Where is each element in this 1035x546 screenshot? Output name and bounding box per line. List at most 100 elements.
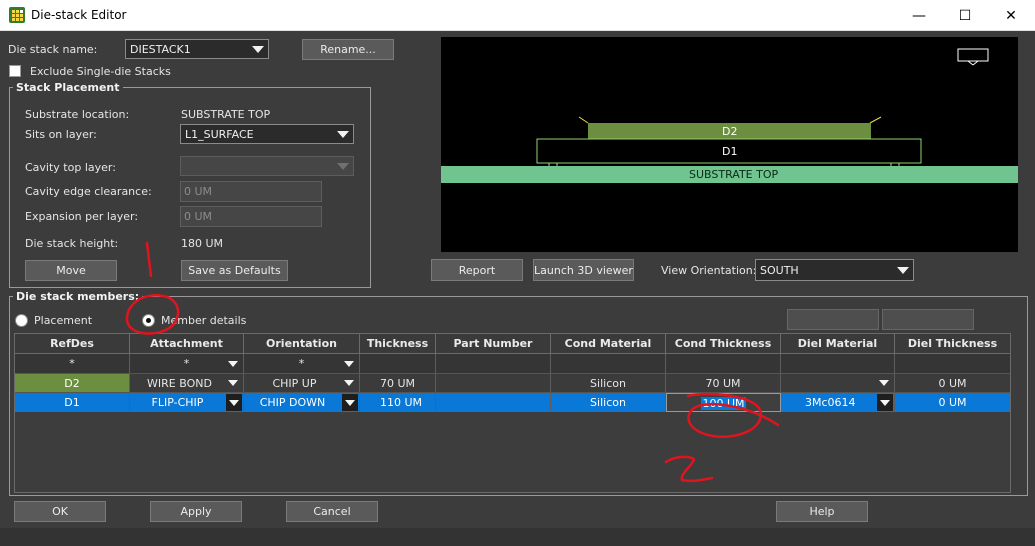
col-header-diel-material[interactable]: Diel Material <box>781 334 895 354</box>
filter-diel-thickness[interactable] <box>895 354 1010 374</box>
chevron-down-icon <box>897 267 909 274</box>
save-as-defaults-button[interactable]: Save as Defaults <box>181 260 288 281</box>
view-orientation-dropdown[interactable]: SOUTH <box>755 259 914 281</box>
col-header-part-number[interactable]: Part Number <box>436 334 551 354</box>
cell-diel-thickness[interactable]: 0 UM <box>895 374 1010 392</box>
stack-placement-title: Stack Placement <box>13 81 123 94</box>
preview-viewport-marker <box>957 48 989 62</box>
cell-thickness[interactable]: 110 UM <box>360 393 436 412</box>
status-strip <box>0 528 1035 546</box>
cell-diel-material[interactable] <box>781 374 895 392</box>
exclude-single-die-checkbox[interactable] <box>9 65 21 77</box>
bond-wire <box>578 116 589 124</box>
filter-orientation[interactable]: * <box>244 354 360 374</box>
launch-3d-viewer-button[interactable]: Launch 3D viewer <box>533 259 634 281</box>
cond-thickness-edit-value: 100 UM <box>701 397 746 410</box>
blank-button-2[interactable] <box>882 309 974 330</box>
sits-on-layer-dropdown[interactable]: L1_SURFACE <box>180 124 354 144</box>
table-row[interactable]: D2 WIRE BOND CHIP UP 70 UM Silicon 70 UM… <box>15 374 1010 393</box>
sits-on-layer-value: L1_SURFACE <box>185 127 254 141</box>
die-stack-height-label: Die stack height: <box>25 237 119 250</box>
chevron-down-icon <box>252 46 264 53</box>
placement-radio[interactable] <box>15 314 28 327</box>
filter-attachment[interactable]: * <box>130 354 244 374</box>
blank-button-1[interactable] <box>787 309 879 330</box>
die-stack-preview: D2 D1 SUBSTRATE TOP <box>441 37 1018 252</box>
move-button[interactable]: Move <box>25 260 117 281</box>
members-table: RefDes Attachment Orientation Thickness … <box>14 333 1011 493</box>
cell-diel-material-value: 3Mc0614 <box>805 396 856 409</box>
filter-diel-material[interactable] <box>781 354 895 374</box>
substrate-location-label: Substrate location: <box>25 108 130 121</box>
col-header-cond-material[interactable]: Cond Material <box>551 334 666 354</box>
d1-preview-label: D1 <box>722 145 738 158</box>
cell-cond-material[interactable]: Silicon <box>551 374 666 392</box>
chevron-down-icon[interactable] <box>344 360 354 367</box>
cell-attachment[interactable]: FLIP-CHIP <box>130 393 244 412</box>
cell-attachment[interactable]: WIRE BOND <box>130 374 244 392</box>
substrate-location-value: SUBSTRATE TOP <box>181 108 271 121</box>
view-orientation-label: View Orientation: <box>661 264 757 277</box>
filter-refdes[interactable]: * <box>15 354 130 374</box>
cavity-edge-clearance-input[interactable]: 0 UM <box>180 181 322 202</box>
chevron-down-icon[interactable] <box>228 360 238 367</box>
expansion-per-layer-input[interactable]: 0 UM <box>180 206 322 227</box>
rename-button[interactable]: Rename... <box>302 39 394 60</box>
cond-thickness-edit-field[interactable]: 100 UM <box>666 393 781 412</box>
cell-diel-thickness[interactable]: 0 UM <box>895 393 1010 412</box>
chevron-down-icon[interactable] <box>879 380 889 386</box>
cell-part-number[interactable] <box>436 374 551 392</box>
filter-orientation-value: * <box>298 357 305 370</box>
cavity-top-layer-dropdown[interactable] <box>180 156 354 176</box>
ok-button[interactable]: OK <box>14 501 106 522</box>
col-header-attachment[interactable]: Attachment <box>130 334 244 354</box>
apply-button[interactable]: Apply <box>150 501 242 522</box>
chevron-down-icon <box>337 163 349 170</box>
col-header-cond-thickness[interactable]: Cond Thickness <box>666 334 781 354</box>
cell-attachment-value: WIRE BOND <box>147 376 212 390</box>
cell-orientation-value: CHIP DOWN <box>259 396 326 409</box>
cell-diel-material[interactable]: 3Mc0614 <box>781 393 895 412</box>
col-header-thickness[interactable]: Thickness <box>360 334 436 354</box>
title-bar: Die-stack Editor — ☐ ✕ <box>0 0 1035 31</box>
placement-radio-label: Placement <box>34 314 93 327</box>
filter-cond-thickness[interactable] <box>666 354 781 374</box>
cell-part-number[interactable] <box>436 393 551 412</box>
filter-part-number[interactable] <box>436 354 551 374</box>
chevron-down-icon[interactable] <box>229 399 239 406</box>
chevron-down-icon <box>337 131 349 138</box>
filter-cond-material[interactable] <box>551 354 666 374</box>
cell-orientation[interactable]: CHIP UP <box>244 374 360 392</box>
member-details-radio[interactable] <box>142 314 155 327</box>
cell-orientation[interactable]: CHIP DOWN <box>244 393 360 412</box>
chevron-down-icon[interactable] <box>880 399 890 406</box>
filter-thickness[interactable] <box>360 354 436 374</box>
die-stack-name-dropdown[interactable]: DIESTACK1 <box>125 39 269 59</box>
exclude-single-die-label: Exclude Single-die Stacks <box>30 65 171 78</box>
chevron-down-icon[interactable] <box>228 380 238 386</box>
member-details-radio-label: Member details <box>161 314 247 327</box>
table-row[interactable]: D1 FLIP-CHIP CHIP DOWN 110 UM Silicon 10… <box>15 393 1010 412</box>
chevron-down-icon[interactable] <box>344 380 354 386</box>
cavity-top-layer-label: Cavity top layer: <box>25 161 116 174</box>
maximize-button[interactable]: ☐ <box>942 0 988 31</box>
cell-refdes[interactable]: D1 <box>15 393 130 412</box>
report-button[interactable]: Report <box>431 259 523 281</box>
cell-cond-thickness[interactable]: 70 UM <box>666 374 781 392</box>
close-button[interactable]: ✕ <box>988 0 1034 31</box>
expansion-per-layer-label: Expansion per layer: <box>25 210 139 223</box>
filter-attachment-value: * <box>183 357 190 370</box>
help-button[interactable]: Help <box>776 501 868 522</box>
cell-refdes[interactable]: D2 <box>15 374 130 392</box>
cavity-edge-clearance-label: Cavity edge clearance: <box>25 185 152 198</box>
cell-cond-material[interactable]: Silicon <box>551 393 666 412</box>
die-stack-name-value: DIESTACK1 <box>130 42 191 56</box>
chevron-down-icon[interactable] <box>345 399 355 406</box>
sits-on-layer-label: Sits on layer: <box>25 128 97 141</box>
col-header-diel-thickness[interactable]: Diel Thickness <box>895 334 1010 354</box>
col-header-orientation[interactable]: Orientation <box>244 334 360 354</box>
minimize-button[interactable]: — <box>896 0 942 31</box>
col-header-refdes[interactable]: RefDes <box>15 334 130 354</box>
cell-thickness[interactable]: 70 UM <box>360 374 436 392</box>
cancel-button[interactable]: Cancel <box>286 501 378 522</box>
